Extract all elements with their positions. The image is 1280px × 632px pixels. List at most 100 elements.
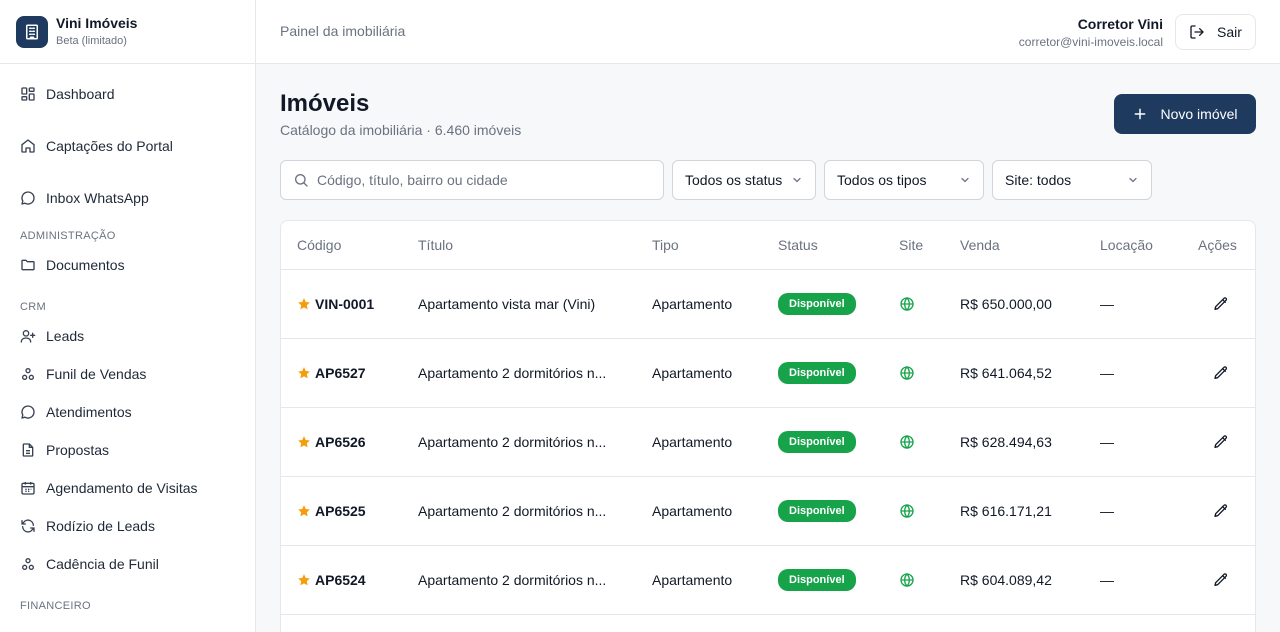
sidebar-item-agendamento-visitas[interactable]: Agendamento de Visitas bbox=[0, 469, 255, 507]
property-type: Apartamento bbox=[652, 364, 733, 381]
user-name: Corretor Vini bbox=[1077, 16, 1163, 32]
sidebar-item-label: Rodízio de Leads bbox=[46, 518, 155, 534]
table-row[interactable]: AP6527 Apartamento 2 dormitórios n... Ap… bbox=[281, 338, 1255, 408]
col-header-site[interactable]: Site bbox=[899, 221, 960, 270]
table-row[interactable]: AP6525 Apartamento 2 dormitórios n... Ap… bbox=[281, 476, 1255, 546]
sidebar-item-atendimentos[interactable]: Atendimentos bbox=[0, 393, 255, 431]
star-icon[interactable] bbox=[297, 504, 311, 518]
status-badge: Disponível bbox=[778, 292, 856, 315]
sidebar-item-cadencia-funil[interactable]: Cadência de Funil bbox=[0, 545, 255, 583]
chat-icon bbox=[21, 191, 35, 205]
calendar-icon bbox=[21, 482, 35, 495]
user-info: Corretor Vini corretor@vini-imoveis.loca… bbox=[1019, 15, 1163, 50]
col-header-status[interactable]: Status bbox=[778, 221, 899, 270]
property-title: Apartamento 2 dormitórios n... bbox=[418, 572, 607, 589]
status-badge: Disponível bbox=[778, 499, 856, 522]
folder-icon bbox=[21, 259, 35, 271]
main-content: Imóveis Catálogo da imobiliária · 6.460 … bbox=[256, 64, 1280, 632]
pencil-icon bbox=[1213, 365, 1227, 379]
logout-button[interactable]: Sair bbox=[1175, 14, 1256, 50]
rent-price: — bbox=[1100, 571, 1114, 588]
status-badge: Disponível bbox=[778, 361, 856, 384]
sidebar-item-label: Dashboard bbox=[46, 86, 115, 102]
property-code-text: AP6524 bbox=[315, 571, 366, 588]
sidebar-item-inbox-whatsapp[interactable]: Inbox WhatsApp bbox=[0, 179, 255, 217]
chat-icon bbox=[21, 405, 35, 419]
sidebar-item-rodizio-leads[interactable]: Rodízio de Leads bbox=[0, 507, 255, 545]
edit-button[interactable] bbox=[1198, 296, 1255, 312]
rent-price: — bbox=[1100, 295, 1114, 312]
sidebar-item-captacoes[interactable]: Captações do Portal bbox=[0, 127, 255, 165]
edit-button[interactable] bbox=[1198, 503, 1255, 519]
star-icon[interactable] bbox=[297, 573, 311, 587]
pencil-icon bbox=[1213, 572, 1227, 586]
site-filter-select[interactable]: Site: todos bbox=[992, 160, 1152, 200]
star-icon[interactable] bbox=[297, 297, 311, 311]
sidebar-item-label: Cadência de Funil bbox=[46, 556, 159, 572]
type-filter-select[interactable]: Todos os tipos bbox=[824, 160, 984, 200]
sale-price: R$ 628.494,63 bbox=[960, 433, 1052, 450]
property-code[interactable]: AP6526 bbox=[297, 434, 418, 450]
col-header-actions: Ações bbox=[1198, 221, 1255, 270]
property-code[interactable]: AP6524 bbox=[297, 572, 418, 588]
sidebar-item-label: Captações do Portal bbox=[46, 138, 173, 154]
top-header: Painel da imobiliária Corretor Vini corr… bbox=[256, 0, 1280, 64]
globe-icon bbox=[899, 503, 960, 519]
section-administracao: ADMINISTRAÇÃO bbox=[20, 230, 116, 242]
dashboard-icon bbox=[21, 87, 35, 101]
sidebar-item-leads[interactable]: Leads bbox=[0, 317, 255, 355]
table-header-row: Código Título Tipo Status Site Venda Loc… bbox=[281, 221, 1255, 270]
col-header-rent[interactable]: Locação bbox=[1100, 221, 1198, 270]
col-header-title[interactable]: Título bbox=[418, 221, 652, 270]
new-property-label: Novo imóvel bbox=[1160, 106, 1238, 122]
brand-name: Vini Imóveis bbox=[56, 15, 138, 31]
table-row[interactable]: AP6526 Apartamento 2 dormitórios n... Ap… bbox=[281, 407, 1255, 477]
status-filter-select[interactable]: Todos os status bbox=[672, 160, 816, 200]
table-row[interactable]: VIN-0001 Apartamento vista mar (Vini) Ap… bbox=[281, 269, 1255, 339]
properties-table: Código Título Tipo Status Site Venda Loc… bbox=[280, 220, 1256, 632]
edit-button[interactable] bbox=[1198, 572, 1255, 588]
property-code[interactable]: AP6525 bbox=[297, 503, 418, 519]
rent-price: — bbox=[1100, 364, 1114, 381]
section-financeiro: FINANCEIRO bbox=[20, 600, 91, 612]
col-header-type[interactable]: Tipo bbox=[652, 221, 778, 270]
star-icon[interactable] bbox=[297, 435, 311, 449]
logout-icon bbox=[1190, 25, 1204, 39]
sidebar-item-label: Propostas bbox=[46, 442, 110, 458]
property-type: Apartamento bbox=[652, 502, 733, 519]
sidebar-item-label: Funil de Vendas bbox=[46, 366, 147, 382]
property-code-text: AP6525 bbox=[315, 502, 366, 519]
header-title: Painel da imobiliária bbox=[280, 23, 406, 39]
globe-icon bbox=[899, 296, 960, 312]
sidebar-item-dashboard[interactable]: Dashboard bbox=[0, 75, 255, 113]
sidebar-item-documentos[interactable]: Documentos bbox=[0, 246, 255, 284]
rent-price: — bbox=[1100, 433, 1114, 450]
sidebar-item-label: Leads bbox=[46, 328, 85, 344]
edit-button[interactable] bbox=[1198, 365, 1255, 381]
home-icon bbox=[21, 139, 35, 153]
property-code-text: VIN-0001 bbox=[315, 295, 375, 312]
page-title: Imóveis bbox=[280, 90, 370, 117]
search-box[interactable] bbox=[280, 160, 664, 200]
property-code[interactable]: VIN-0001 bbox=[297, 296, 418, 312]
property-type: Apartamento bbox=[652, 433, 733, 450]
page-subtitle: Catálogo da imobiliária · 6.460 imóveis bbox=[280, 122, 522, 138]
col-header-sale[interactable]: Venda bbox=[960, 221, 1100, 270]
new-property-button[interactable]: Novo imóvel bbox=[1114, 94, 1256, 134]
property-code[interactable]: AP6527 bbox=[297, 365, 418, 381]
user-email: corretor@vini-imoveis.local bbox=[1018, 35, 1163, 49]
building-icon bbox=[16, 15, 48, 48]
sidebar-item-propostas[interactable]: Propostas bbox=[0, 431, 255, 469]
table-row[interactable]: AP6524 Apartamento 2 dormitórios n... Ap… bbox=[281, 545, 1255, 615]
star-icon[interactable] bbox=[297, 366, 311, 380]
type-filter-value: Todos os tipos bbox=[837, 172, 927, 188]
property-title: Apartamento vista mar (Vini) bbox=[418, 296, 596, 313]
sale-price: R$ 616.171,21 bbox=[960, 502, 1052, 519]
sidebar-item-funil-vendas[interactable]: Funil de Vendas bbox=[0, 355, 255, 393]
sidebar-nav: Dashboard Captações do Portal Inbox What… bbox=[0, 64, 255, 613]
property-title: Apartamento 2 dormitórios n... bbox=[418, 503, 607, 520]
chevron-down-icon bbox=[793, 177, 801, 183]
search-input[interactable] bbox=[317, 172, 647, 188]
edit-button[interactable] bbox=[1198, 434, 1255, 450]
col-header-code[interactable]: Código bbox=[281, 221, 418, 270]
